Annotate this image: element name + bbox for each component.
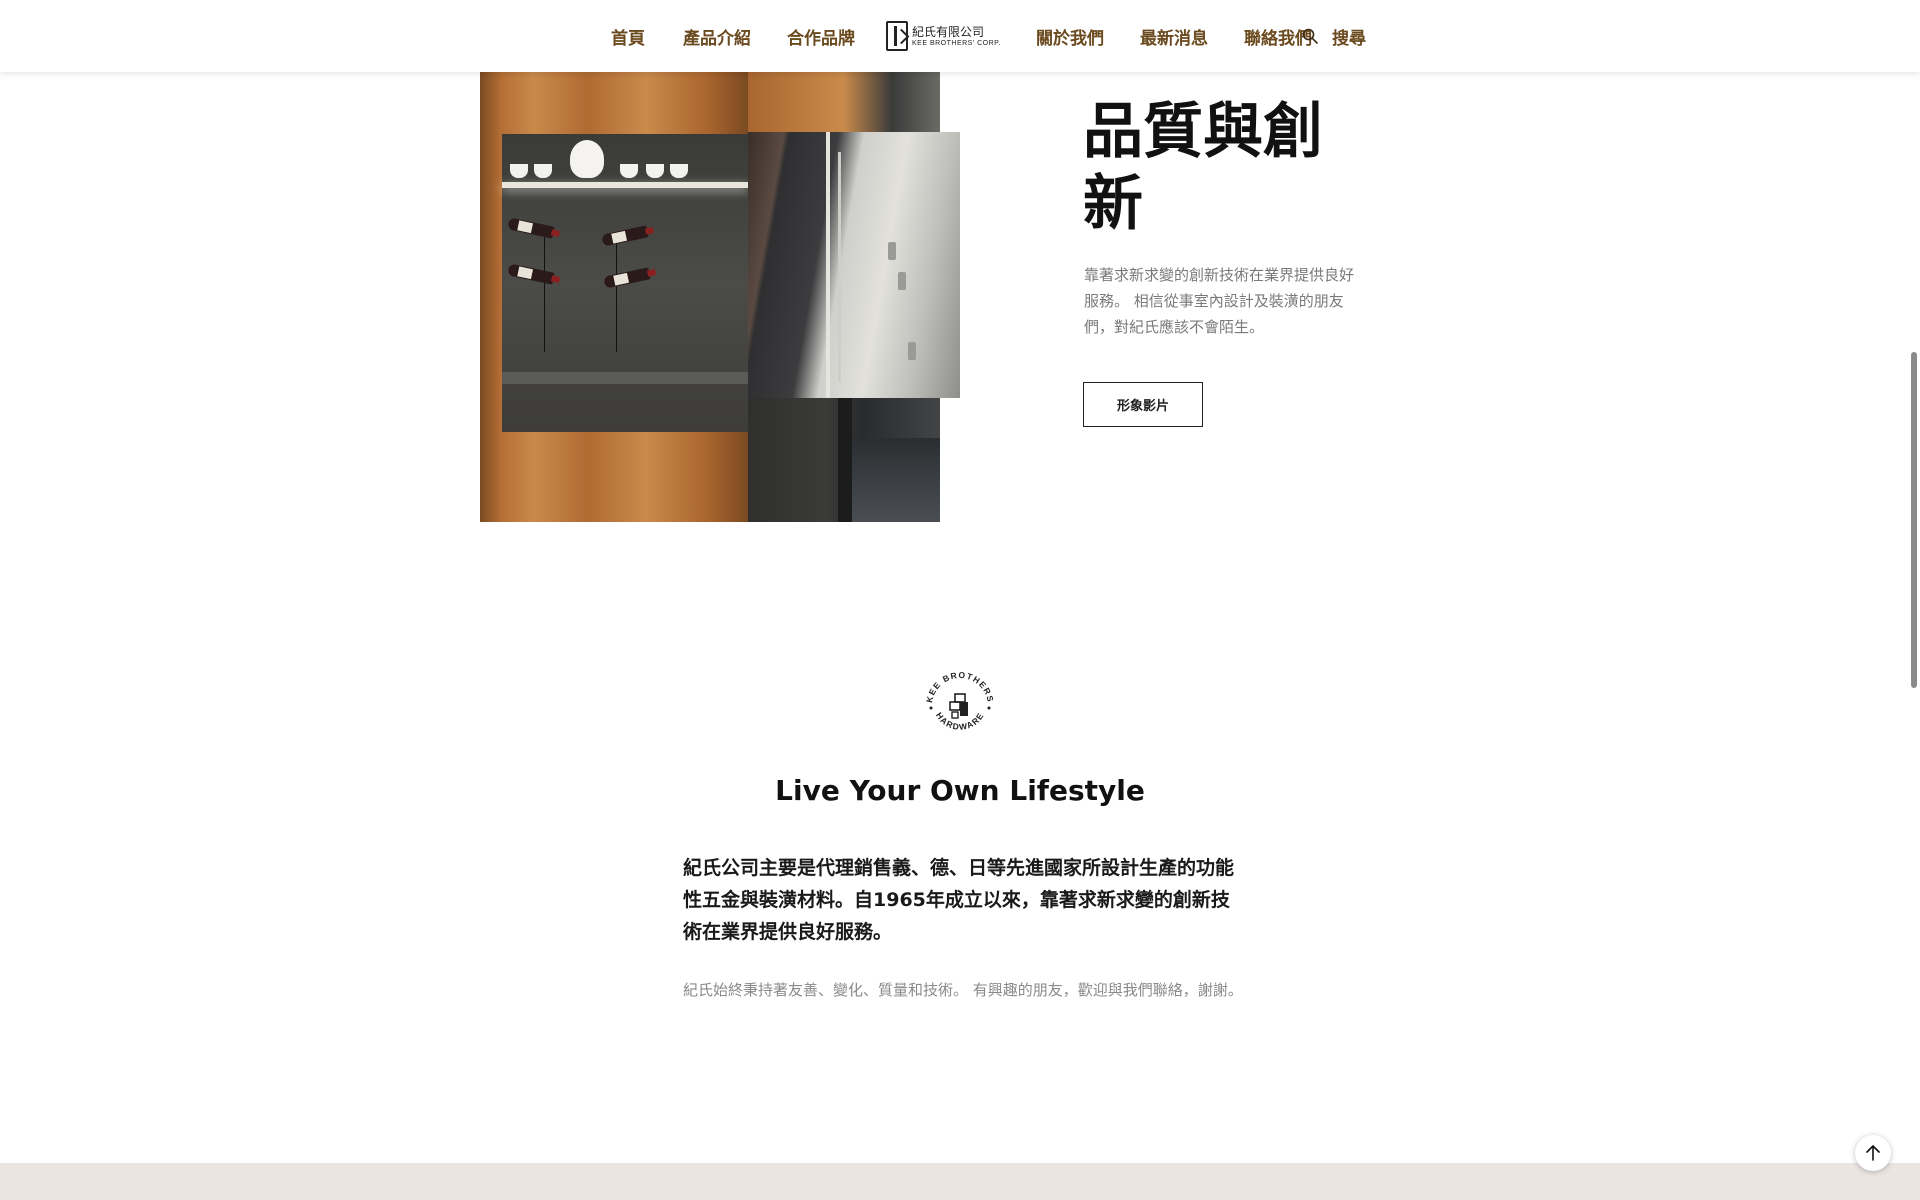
nav-products[interactable]: 產品介紹 bbox=[683, 24, 751, 49]
kee-brothers-emblem: KEE BROTHERS HARDWARE bbox=[924, 670, 996, 732]
arrow-up-icon bbox=[1866, 1145, 1880, 1161]
nav-brands[interactable]: 合作品牌 bbox=[787, 24, 855, 49]
brand-video-button[interactable]: 形象影片 bbox=[1083, 382, 1203, 427]
site-logo[interactable]: 紀氏有限公司 KEE BROTHERS' CORP. bbox=[886, 20, 1002, 52]
svg-text:HARDWARE: HARDWARE bbox=[934, 710, 986, 732]
nav-home[interactable]: 首頁 bbox=[611, 24, 645, 49]
footer-band bbox=[0, 1163, 1920, 1200]
logo-cn-text: 紀氏有限公司 bbox=[912, 24, 985, 39]
pivot-door-photo bbox=[748, 132, 960, 398]
emblem-top-text: KEE BROTHERS bbox=[924, 670, 995, 704]
search-icon[interactable] bbox=[1302, 28, 1318, 44]
section-description: 靠著求新求變的創新技術在業界提供良好服務。 相信從事室內設計及裝潢的朋友們，對紀… bbox=[1084, 266, 1355, 336]
cabinet-photo-top bbox=[748, 72, 940, 132]
logo-en-text: KEE BROTHERS' CORP. bbox=[912, 39, 1001, 47]
about-secondary: 紀氏始終秉持著友善、變化、質量和技術。 有興趣的朋友，歡迎與我們聯絡，謝謝。 bbox=[683, 981, 1243, 999]
scrollbar-thumb[interactable] bbox=[1911, 352, 1917, 688]
section-heading: 品質與創新 bbox=[1083, 97, 1323, 239]
logo-mark-icon bbox=[886, 21, 908, 51]
site-header: 首頁 產品介紹 合作品牌 紀氏有限公司 KEE BROTHERS' CORP. … bbox=[0, 0, 1920, 72]
back-to-top-button[interactable] bbox=[1855, 1135, 1891, 1171]
svg-text:KEE BROTHERS: KEE BROTHERS bbox=[924, 670, 996, 704]
search-label[interactable]: 搜尋 bbox=[1332, 24, 1366, 49]
about-title: Live Your Own Lifestyle bbox=[775, 774, 1145, 807]
nav-news[interactable]: 最新消息 bbox=[1140, 24, 1208, 49]
drawer-photo bbox=[748, 398, 940, 522]
about-intro: 紀氏公司主要是代理銷售義、德、日等先進國家所設計生產的功能性五金與裝潢材料。自1… bbox=[683, 857, 1235, 943]
nav-about[interactable]: 關於我們 bbox=[1036, 24, 1104, 49]
emblem-bottom-text: HARDWARE bbox=[934, 710, 985, 732]
cabinet-photo bbox=[480, 72, 748, 522]
